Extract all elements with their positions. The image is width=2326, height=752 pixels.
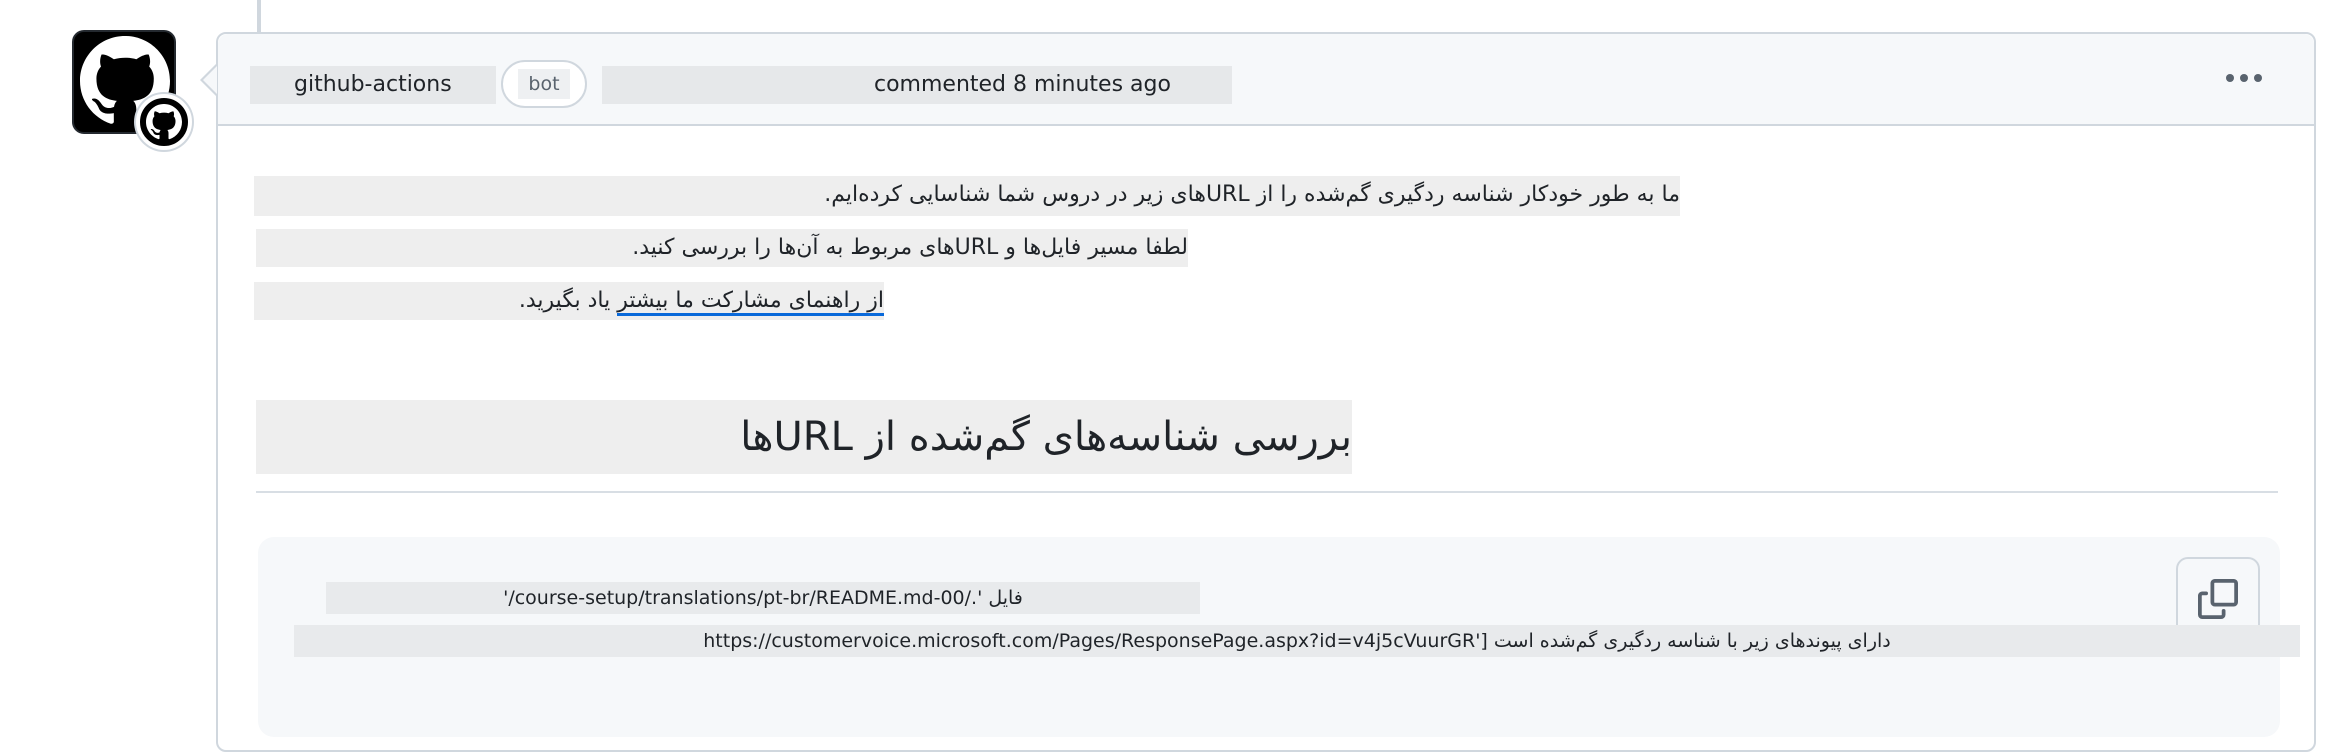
timeline-line xyxy=(257,0,261,32)
comment-paragraph-2: لطفا مسیر فایل‌ها و URLهای مربوط به آن‌ه… xyxy=(256,229,1188,267)
code-block: فایل './course-setup/translations/pt-br/… xyxy=(258,537,2300,737)
copy-icon xyxy=(2198,579,2238,619)
github-mark-icon xyxy=(146,104,182,140)
avatar[interactable] xyxy=(72,30,192,150)
comment-paragraph-3: از راهنمای مشارکت ما بیشتر یاد بگیرید. xyxy=(254,282,884,320)
app-badge xyxy=(136,94,192,150)
code-line-links: دارای پیوندهای زیر با شناسه ردگیری گم‌شد… xyxy=(294,625,2300,657)
kebab-horizontal-icon[interactable] xyxy=(2220,58,2268,98)
comment-paragraph-1: ما به طور خودکار شناسه ردگیری گم‌شده را … xyxy=(254,176,1680,216)
heading-divider xyxy=(256,491,2278,493)
paragraph-3-rest: یاد بگیرید. xyxy=(518,288,618,313)
comment-pointer-fill xyxy=(203,66,217,94)
code-line-file: فایل './course-setup/translations/pt-br/… xyxy=(326,582,1200,614)
contributing-guide-link[interactable]: از راهنمای مشارکت ما بیشتر xyxy=(617,288,884,316)
comment-author-link[interactable]: github-actions xyxy=(250,66,496,104)
comment-box: github-actions bot commented 8 minutes a… xyxy=(216,32,2316,752)
comment-header: github-actions bot commented 8 minutes a… xyxy=(218,34,2314,126)
bot-badge: bot xyxy=(501,60,587,108)
bot-badge-text: bot xyxy=(518,69,570,99)
comment-timestamp[interactable]: commented 8 minutes ago xyxy=(602,66,1232,104)
section-heading: بررسی شناسه‌های گم‌شده از URLها xyxy=(256,400,1352,474)
